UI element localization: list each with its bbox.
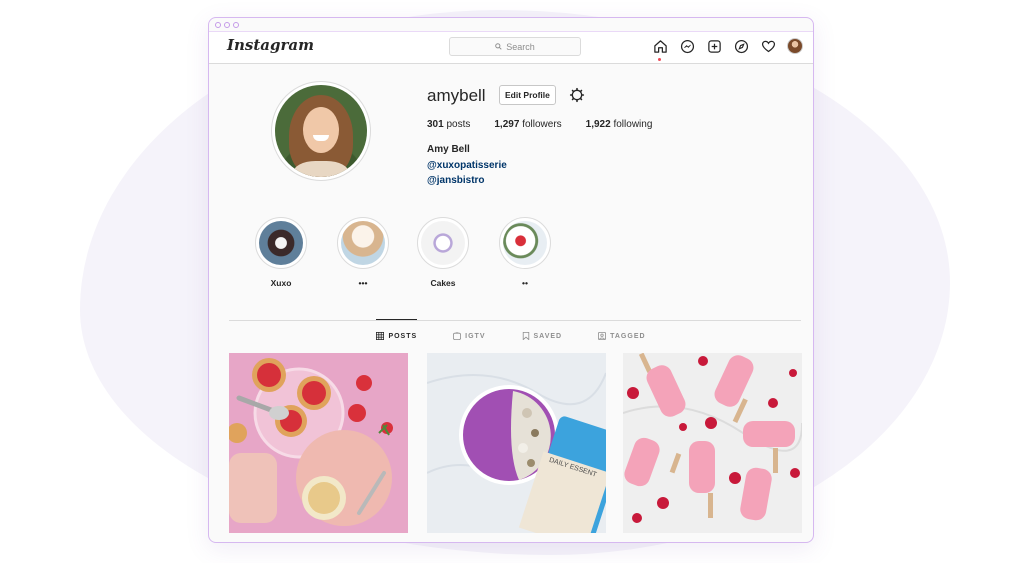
search-placeholder: Search — [506, 41, 535, 52]
explore-button[interactable] — [733, 38, 749, 54]
profile-picture[interactable] — [271, 81, 371, 181]
highlight-cover — [421, 221, 465, 265]
search-icon — [495, 43, 502, 50]
strawberry-tarts-photo — [229, 353, 408, 533]
new-post-icon — [707, 39, 721, 53]
heart-icon — [761, 40, 775, 52]
browser-window: Instagram Search amybell Edit Profile 30… — [208, 17, 814, 543]
tab-posts[interactable]: POSTS — [376, 319, 417, 340]
highlight-label: ••• — [358, 278, 368, 288]
new-post-button[interactable] — [706, 38, 722, 54]
igtv-icon — [453, 332, 462, 340]
bio-mention-link[interactable]: @xuxopatisserie — [427, 160, 507, 171]
profile-full-name: Amy Bell — [427, 144, 470, 155]
tab-tagged[interactable]: TAGGED — [598, 320, 645, 340]
post-thumbnail[interactable]: DAILY ESSENT — [427, 353, 606, 533]
profile-avatar[interactable] — [787, 38, 803, 54]
bookmark-icon — [522, 332, 529, 340]
home-icon — [653, 39, 667, 53]
instagram-logo[interactable]: Instagram — [227, 36, 314, 54]
bio-mention-link[interactable]: @jansbistro — [427, 175, 485, 186]
followers-count[interactable]: 1,297 followers — [494, 119, 561, 130]
activity-button[interactable] — [760, 38, 776, 54]
maximize-window-dot[interactable] — [233, 22, 239, 28]
story-highlight[interactable]: ••• — [335, 217, 391, 288]
story-highlight[interactable]: Xuxo — [253, 217, 309, 288]
search-box[interactable]: Search — [449, 37, 581, 56]
tab-igtv[interactable]: IGTV — [453, 320, 485, 340]
story-highlight[interactable]: Cakes — [415, 217, 471, 288]
highlight-label: •• — [522, 278, 528, 288]
highlight-cover — [503, 221, 547, 265]
window-controls — [215, 22, 239, 28]
explore-icon — [734, 39, 748, 53]
tab-saved[interactable]: SAVED — [522, 320, 563, 340]
highlight-cover — [341, 221, 385, 265]
raspberry-popsicles-photo — [623, 353, 802, 533]
messenger-button[interactable] — [679, 38, 695, 54]
following-count[interactable]: 1,922 following — [586, 119, 653, 130]
grid-icon — [376, 332, 385, 340]
acai-bowl-photo: DAILY ESSENT — [427, 353, 606, 533]
profile-username: amybell — [427, 86, 486, 105]
highlight-label: Cakes — [430, 278, 456, 288]
post-thumbnail[interactable] — [623, 353, 802, 533]
notification-dot — [658, 58, 661, 61]
post-thumbnail[interactable] — [229, 353, 408, 533]
minimize-window-dot[interactable] — [224, 22, 230, 28]
messenger-icon — [680, 39, 694, 53]
settings-gear-icon[interactable] — [569, 87, 585, 103]
tagged-icon — [598, 332, 607, 340]
posts-count: 301 posts — [427, 119, 471, 130]
close-window-dot[interactable] — [215, 22, 221, 28]
home-button[interactable] — [652, 38, 668, 61]
edit-profile-button[interactable]: Edit Profile — [499, 85, 556, 105]
profile-tabs: POSTS IGTV SAVED TAGGED — [209, 319, 813, 340]
highlight-cover — [259, 221, 303, 265]
profile-photo — [275, 85, 367, 177]
top-navbar: Instagram Search — [209, 31, 813, 64]
profile-stats: 301 posts 1,297 followers 1,922 followin… — [427, 119, 652, 130]
highlight-label: Xuxo — [270, 278, 292, 288]
posts-grid: DAILY ESSENT — [229, 353, 802, 533]
story-highlight[interactable]: •• — [497, 217, 553, 288]
